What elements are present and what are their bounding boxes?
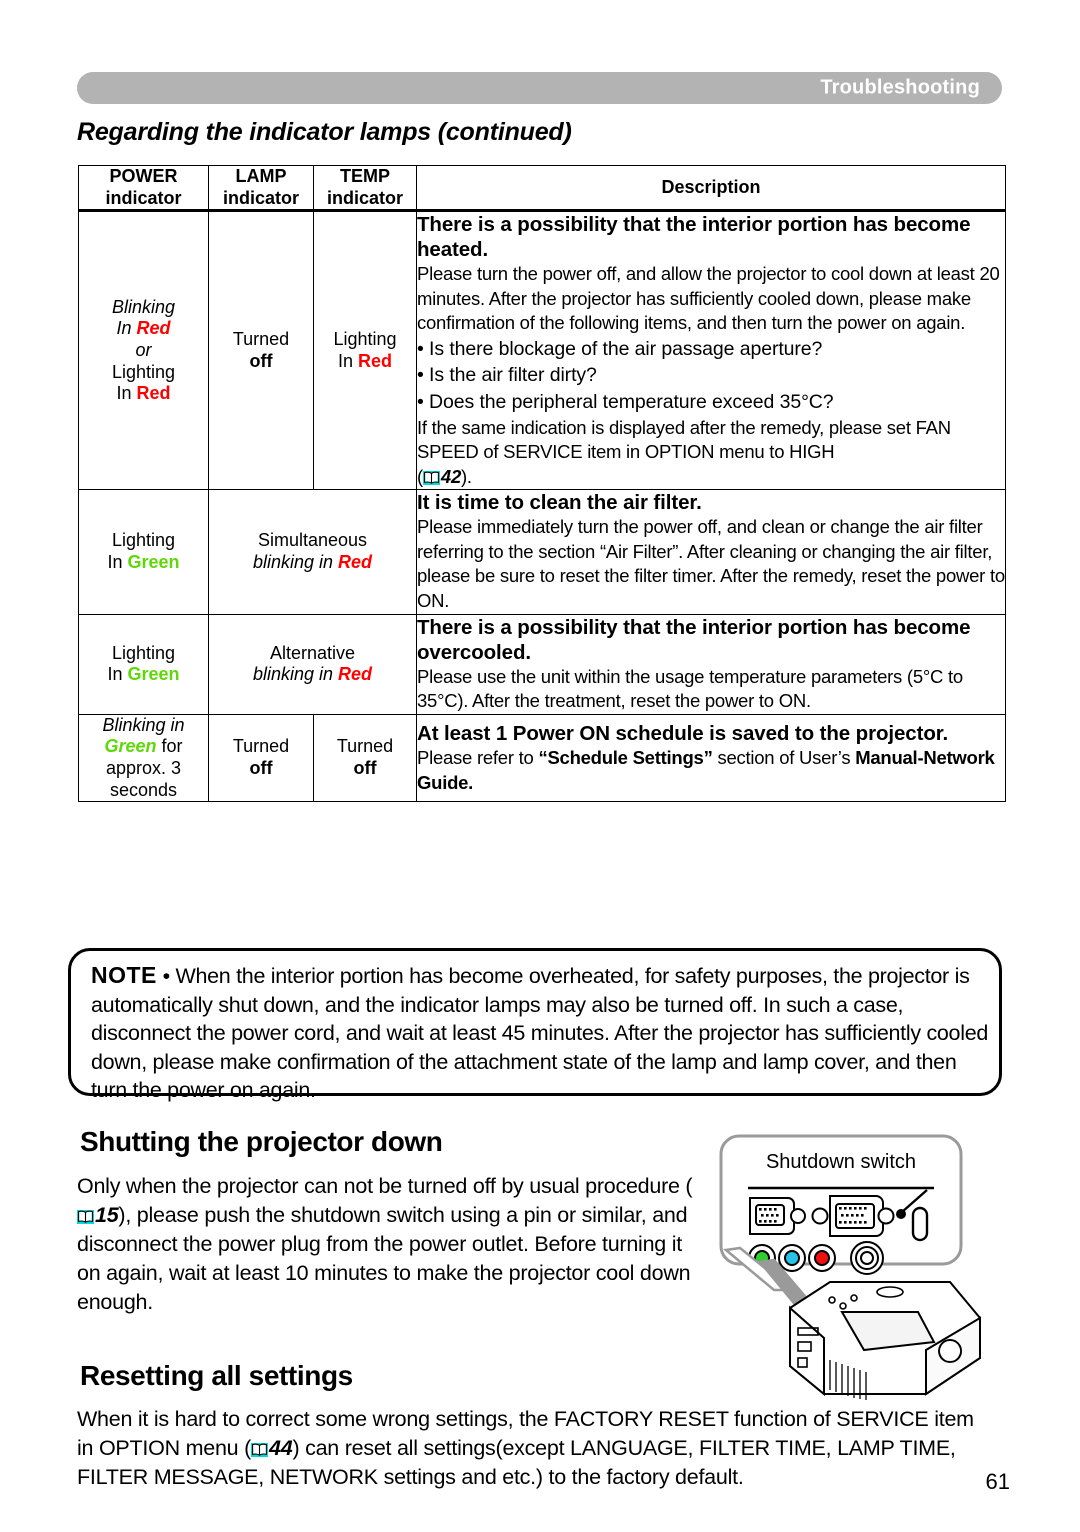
table-row: Blinking In Red or Lighting In Red Turne… xyxy=(78,210,1006,491)
cell-power-state-3: Lighting In Green xyxy=(78,613,209,715)
section-paragraph-reset: When it is hard to correct some wrong se… xyxy=(77,1407,974,1489)
cell-lamp-state-4: Turned off xyxy=(208,713,314,803)
description-bullet: • Is the air filter dirty? xyxy=(417,364,597,387)
page-number: 61 xyxy=(985,1469,1010,1494)
description-bullet: • Is there blockage of the air passage a… xyxy=(417,337,823,360)
cell-lamp-state-1: Turned off xyxy=(208,210,314,491)
cell-power-state-4: Blinking in Green for approx. 3 seconds xyxy=(78,713,209,803)
page-reference: (42). xyxy=(417,465,472,487)
lamp-temp-state-line2: blinking in Red xyxy=(252,664,373,685)
power-state-line2: Green for xyxy=(104,736,183,757)
cell-lamp-temp-state-3: Alternative blinking in Red xyxy=(208,613,417,715)
column-header-description: Description xyxy=(416,164,1006,213)
cell-description-2: It is time to clean the air filter. Plea… xyxy=(416,489,1006,615)
page-title: Regarding the indicator lamps (continued… xyxy=(77,118,572,146)
column-header-power: POWER indicator xyxy=(78,164,209,213)
description-bullet: • Does the peripheral temperature exceed… xyxy=(417,391,834,413)
lamp-temp-state-line2: blinking in Red xyxy=(252,551,373,572)
cell-description-3: There is a possibility that the interior… xyxy=(416,613,1006,715)
power-state-line5: In Red xyxy=(116,383,171,404)
section-heading-shutdown: Shutting the projector down xyxy=(80,1126,443,1157)
note-text-block: NOTE • When the interior portion has bec… xyxy=(91,960,989,1105)
page-reference: 44 xyxy=(269,1435,293,1460)
section-banner-label: Troubleshooting xyxy=(820,76,980,99)
note-box: NOTE • When the interior portion has bec… xyxy=(68,948,1002,1102)
power-state-line2: In Green xyxy=(107,551,180,572)
indicator-lamp-table: POWER indicator LAMP indicator TEMP indi… xyxy=(78,164,1006,803)
column-header-temp: TEMP indicator xyxy=(313,164,417,213)
power-state-line2: In Green xyxy=(107,664,180,685)
temp-state-line2: In Red xyxy=(337,350,393,371)
cell-description-4: At least 1 Power ON schedule is saved to… xyxy=(416,713,1006,803)
table-row: Lighting In Green Simultaneous blinking … xyxy=(78,489,1006,615)
book-icon xyxy=(422,470,440,485)
table-header-row: POWER indicator LAMP indicator TEMP indi… xyxy=(78,164,1006,213)
note-body: • When the interior portion has become o… xyxy=(91,964,989,1103)
section-banner: Troubleshooting xyxy=(77,72,1002,104)
cell-lamp-temp-state-2: Simultaneous blinking in Red xyxy=(208,489,417,615)
note-label: NOTE xyxy=(91,962,157,988)
book-icon xyxy=(77,1209,94,1224)
cell-temp-state-1: Lighting In Red xyxy=(313,210,417,491)
power-state-line2: In Red xyxy=(116,318,171,339)
cell-description-1: There is a possibility that the interior… xyxy=(416,210,1006,491)
section-heading-reset: Resetting all settings xyxy=(80,1360,353,1391)
description-4-body: Please refer to “Schedule Settings” sect… xyxy=(417,746,995,793)
callout-label: Shutdown switch xyxy=(766,1151,916,1173)
table-row: Blinking in Green for approx. 3 seconds … xyxy=(78,713,1006,803)
column-header-lamp: LAMP indicator xyxy=(208,164,314,213)
cell-power-state-2: Lighting In Green xyxy=(78,489,209,615)
table-row: Lighting In Green Alternative blinking i… xyxy=(78,613,1006,715)
page-reference: 15 xyxy=(95,1202,119,1227)
cell-temp-state-4: Turned off xyxy=(313,713,417,803)
book-icon xyxy=(251,1442,269,1457)
cell-power-state-1: Blinking In Red or Lighting In Red xyxy=(78,210,209,491)
shutdown-switch-illustration: Shutdown switch xyxy=(719,1134,981,1400)
section-paragraph-shutdown: Only when the projector can not be turne… xyxy=(77,1174,693,1314)
